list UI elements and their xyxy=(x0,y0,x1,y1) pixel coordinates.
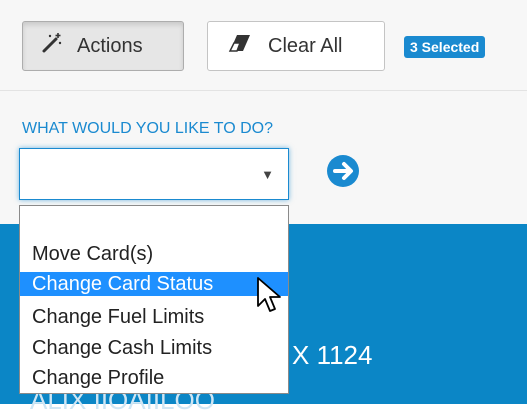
action-question-label: WHAT WOULD YOU LIKE TO DO? xyxy=(22,120,274,137)
dropdown-option-empty[interactable] xyxy=(20,210,288,234)
dropdown-option-change-cash-limits[interactable]: Change Cash Limits xyxy=(20,336,288,360)
selected-count-badge: 3 Selected xyxy=(404,36,486,58)
actions-label: Actions xyxy=(77,34,143,57)
actions-button[interactable]: Actions xyxy=(22,21,184,71)
dropdown-option-change-profile[interactable]: Change Profile xyxy=(20,366,288,390)
dropdown-option-change-fuel-limits[interactable]: Change Fuel Limits xyxy=(20,305,288,329)
dropdown-option-move-cards[interactable]: Move Card(s) xyxy=(20,242,288,266)
action-select[interactable]: ▼ xyxy=(19,148,289,200)
arrow-right-circle-icon xyxy=(327,155,359,187)
clear-all-label: Clear All xyxy=(268,34,343,57)
go-arrow-button[interactable] xyxy=(326,154,360,188)
clear-all-button[interactable]: Clear All xyxy=(207,21,385,71)
dropdown-option-change-card-status[interactable]: Change Card Status xyxy=(20,272,288,296)
mouse-pointer-icon xyxy=(257,277,281,312)
magic-wand-icon xyxy=(41,32,63,60)
action-dropdown-list[interactable]: Move Card(s) Change Card Status Change F… xyxy=(19,205,289,394)
chevron-down-icon: ▼ xyxy=(261,167,274,182)
eraser-icon xyxy=(228,34,252,58)
card-number-text: X 1124 xyxy=(292,340,373,370)
